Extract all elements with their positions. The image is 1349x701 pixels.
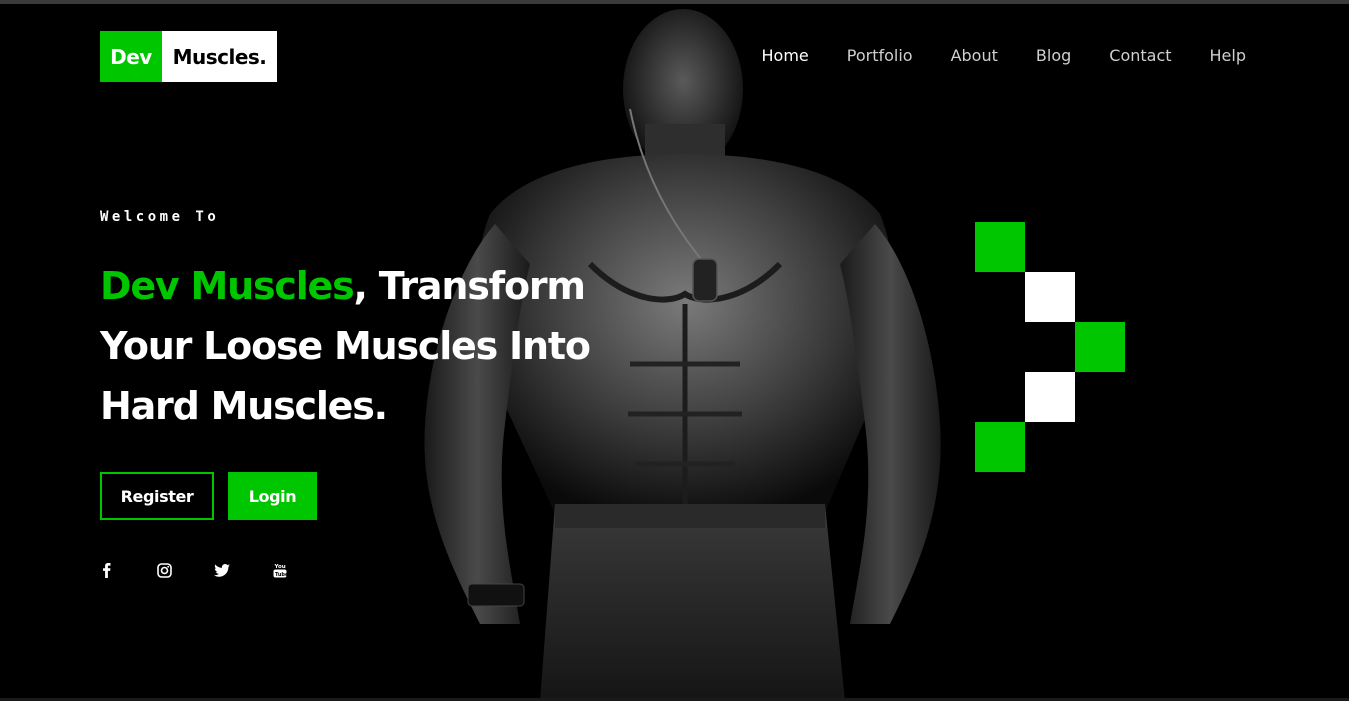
decor-square-green-1 xyxy=(975,222,1025,272)
nav-contact-link[interactable]: Contact xyxy=(1109,46,1171,66)
main-nav: Home Portfolio About Blog Contact Help xyxy=(724,46,1247,66)
logo-dev-part: Dev xyxy=(100,31,162,82)
decor-square-white-1 xyxy=(1025,272,1075,322)
nav-help-link[interactable]: Help xyxy=(1210,46,1246,66)
login-button[interactable]: Login xyxy=(228,472,317,520)
instagram-icon[interactable] xyxy=(155,561,173,579)
hero-headline: Dev Muscles, Transform Your Loose Muscle… xyxy=(100,256,620,436)
facebook-icon[interactable] xyxy=(97,561,115,579)
decor-square-green-2 xyxy=(1075,322,1125,372)
logo-muscles-part: Muscles. xyxy=(162,31,277,82)
nav-home-link[interactable]: Home xyxy=(762,46,809,66)
nav-about-link[interactable]: About xyxy=(951,46,998,66)
register-button[interactable]: Register xyxy=(100,472,214,520)
headline-part-1: , Transform xyxy=(353,264,586,308)
nav-blog-link[interactable]: Blog xyxy=(1036,46,1071,66)
headline-part-3: Hard Muscles. xyxy=(100,384,388,428)
svg-text:Tube: Tube xyxy=(275,572,287,578)
social-links: You Tube xyxy=(97,561,329,579)
youtube-icon[interactable]: You Tube xyxy=(271,561,289,579)
svg-text:You: You xyxy=(274,564,286,570)
brand-logo[interactable]: Dev Muscles. xyxy=(100,31,277,82)
decor-square-green-3 xyxy=(975,422,1025,472)
twitter-icon[interactable] xyxy=(213,561,231,579)
welcome-text: Welcome To xyxy=(100,209,220,225)
nav-portfolio-link[interactable]: Portfolio xyxy=(847,46,913,66)
headline-part-2: Your Loose Muscles Into xyxy=(100,324,591,368)
decor-square-white-2 xyxy=(1025,372,1075,422)
headline-brand: Dev Muscles xyxy=(100,264,355,308)
